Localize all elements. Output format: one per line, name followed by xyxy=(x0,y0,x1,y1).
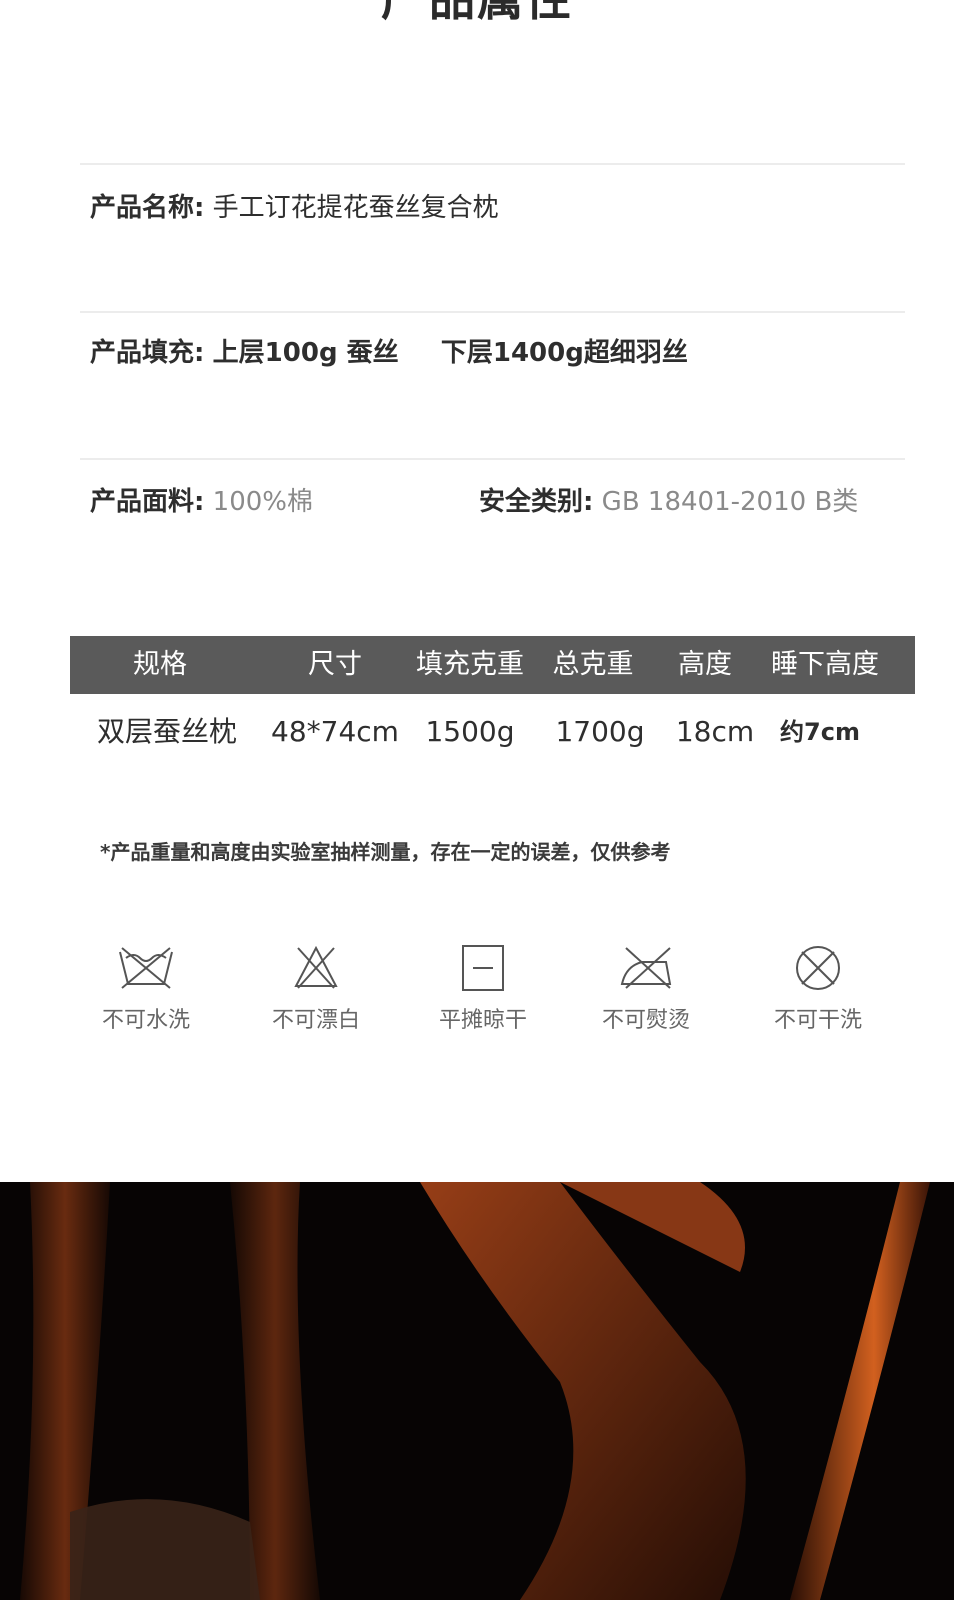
dry-flat-icon xyxy=(462,945,504,991)
attr-fill-lower: 下层1400g超细羽丝 xyxy=(440,338,688,368)
spec-cell: 双层蚕丝枕 xyxy=(96,715,237,748)
care-label-no-iron: 不可熨烫 xyxy=(601,1008,690,1033)
care-label-dry-flat: 平摊晾干 xyxy=(438,1008,527,1033)
attr-fabric-label: 产品面料: xyxy=(90,487,205,517)
attr-row-fabric: 产品面料: 100%棉 xyxy=(90,487,313,518)
fabric-photo xyxy=(0,1182,954,1600)
silk-fabric-image xyxy=(0,1182,954,1600)
spec-header-cell: 睡下高度 xyxy=(771,649,879,680)
care-item-no-iron: 不可熨烫 xyxy=(576,944,716,1034)
care-item-no-dry-clean: 不可干洗 xyxy=(748,944,888,1034)
spec-table-header: 规格 尺寸 填充克重 总克重 高度 睡下高度 xyxy=(70,636,915,694)
measurement-note: *产品重量和高度由实验室抽样测量，存在一定的误差，仅供参考 xyxy=(100,840,671,864)
attr-fill-upper: 上层100g 蚕丝 xyxy=(212,338,399,368)
no-dry-clean-icon xyxy=(796,946,840,990)
spec-cell: 1500g xyxy=(425,715,515,748)
attr-safety-label: 安全类别: xyxy=(479,487,594,517)
attr-row-safety: 安全类别: GB 18401-2010 B类 xyxy=(479,487,858,518)
care-item-dry-flat: 平摊晾干 xyxy=(413,944,553,1034)
care-label-no-wash: 不可水洗 xyxy=(101,1008,190,1033)
attr-row-fill: 产品填充: 上层100g 蚕丝 下层1400g超细羽丝 xyxy=(90,338,688,369)
spec-header-cell: 尺寸 xyxy=(308,649,362,680)
attr-row-name: 产品名称: 手工订花提花蚕丝复合枕 xyxy=(90,193,499,224)
care-label-no-dry-clean: 不可干洗 xyxy=(773,1008,862,1033)
divider-2 xyxy=(80,311,905,313)
attr-safety-value: GB 18401-2010 B类 xyxy=(601,487,859,517)
spec-header-cell: 高度 xyxy=(678,649,732,680)
attr-name-value: 手工订花提花蚕丝复合枕 xyxy=(212,193,499,223)
spec-header-cell: 填充克重 xyxy=(416,649,524,680)
care-item-no-wash: 不可水洗 xyxy=(76,944,216,1034)
attr-fill-label: 产品填充: xyxy=(90,338,205,368)
spec-cell: 48*74cm xyxy=(271,715,399,748)
care-label-no-bleach: 不可漂白 xyxy=(271,1008,360,1033)
spec-table-row: 双层蚕丝枕 48*74cm 1500g 1700g 18cm 约7cm xyxy=(70,694,915,770)
spec-cell: 18cm xyxy=(675,715,755,748)
care-item-no-bleach: 不可漂白 xyxy=(246,944,386,1034)
spec-header-cell: 规格 xyxy=(133,649,187,680)
divider-top xyxy=(80,163,905,165)
spec-cell: 约7cm xyxy=(780,718,860,746)
attr-name-label: 产品名称: xyxy=(90,193,205,223)
spec-table: 规格 尺寸 填充克重 总克重 高度 睡下高度 双层蚕丝枕 48*74cm 150… xyxy=(70,636,915,770)
attr-fabric-value: 100%棉 xyxy=(212,487,314,517)
no-iron-icon xyxy=(620,947,672,989)
no-bleach-icon xyxy=(294,945,338,989)
spec-header-cell: 总克重 xyxy=(552,649,634,680)
divider-3 xyxy=(80,458,905,460)
spec-cell: 1700g xyxy=(555,715,645,748)
page-title: 产品属性 xyxy=(0,0,954,27)
no-wash-icon xyxy=(119,947,173,989)
